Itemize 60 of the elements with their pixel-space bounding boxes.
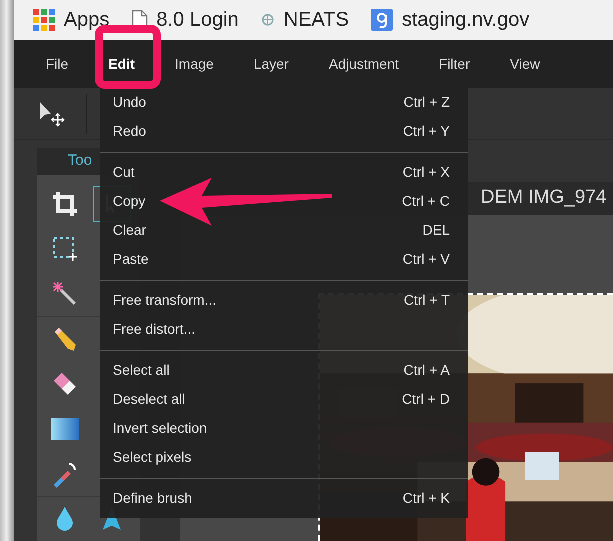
water-drop-icon[interactable] xyxy=(55,506,75,532)
menu-item[interactable]: Edit xyxy=(108,54,136,74)
menu-item[interactable]: Filter xyxy=(439,54,470,74)
menu-option[interactable]: Select pixels xyxy=(100,443,468,472)
shortcut-label: Ctrl + Z xyxy=(404,93,450,112)
menu-option[interactable]: Cut Ctrl + X xyxy=(100,158,468,187)
bookmark-link[interactable]: Apps xyxy=(33,5,110,35)
bookmark-link[interactable]: staging.nv.gov xyxy=(371,5,530,35)
menu-option[interactable]: Paste Ctrl + V xyxy=(100,245,468,274)
move-tool-icon[interactable] xyxy=(38,100,66,128)
shortcut-label: Ctrl + C xyxy=(402,192,450,211)
shortcut-label: Ctrl + X xyxy=(402,163,450,182)
menu-option[interactable]: Redo Ctrl + Y xyxy=(100,117,468,146)
globe-icon xyxy=(260,13,275,27)
menu-item[interactable]: File xyxy=(46,54,69,74)
menu-item[interactable]: Image xyxy=(175,54,214,74)
menu-option[interactable]: Clear DEL xyxy=(100,216,468,245)
gradient-icon[interactable] xyxy=(51,418,79,440)
option-label: Select pixels xyxy=(113,448,192,467)
shortcut-label: Ctrl + K xyxy=(402,489,450,508)
menu-option[interactable]: Undo Ctrl + Z xyxy=(100,88,468,117)
menu-option[interactable]: Copy Ctrl + C xyxy=(100,187,468,216)
option-label: Paste xyxy=(113,250,149,269)
shortcut-label: Ctrl + V xyxy=(402,250,450,269)
menu-item[interactable]: Layer xyxy=(254,54,289,74)
option-label: Invert selection xyxy=(113,419,208,438)
pencil-icon[interactable] xyxy=(52,326,78,352)
option-label: Clear xyxy=(113,221,146,240)
menu-option[interactable]: Define brush Ctrl + K xyxy=(100,484,468,513)
option-label: Define brush xyxy=(113,489,192,508)
menu-option[interactable]: Free transform... Ctrl + T xyxy=(100,286,468,315)
menu-option[interactable]: Select all Ctrl + A xyxy=(100,356,468,385)
option-label: Deselect all xyxy=(113,390,186,409)
shortcut-label: DEL xyxy=(422,221,450,240)
bookmark-link[interactable]: 8.0 Login xyxy=(132,5,239,35)
marquee-icon[interactable] xyxy=(52,236,78,262)
magic-wand-icon[interactable] xyxy=(52,280,78,306)
menu-option[interactable]: Deselect all Ctrl + D xyxy=(100,385,468,414)
bookmark-link[interactable]: NEATS xyxy=(260,5,350,35)
option-label: Redo xyxy=(113,122,146,141)
option-label: Free transform... xyxy=(113,291,216,310)
tools-tab[interactable]: Too xyxy=(68,150,92,173)
apps-grid-icon xyxy=(33,9,55,31)
menu-option[interactable]: Invert selection xyxy=(100,414,468,443)
shortcut-label: Ctrl + T xyxy=(404,291,450,310)
shortcut-label: Ctrl + A xyxy=(404,361,450,380)
menu-item[interactable]: View xyxy=(510,54,540,74)
shortcut-label: Ctrl + D xyxy=(402,390,450,409)
shortcut-label: Ctrl + Y xyxy=(403,122,450,141)
option-label: Free distort... xyxy=(113,320,196,339)
option-label: Undo xyxy=(113,93,146,112)
menu-option[interactable]: Free distort... xyxy=(100,315,468,344)
option-label: Select all xyxy=(113,361,170,380)
option-label: Copy xyxy=(113,192,146,211)
option-label: Cut xyxy=(113,163,135,182)
google-icon xyxy=(371,9,394,31)
crop-icon[interactable] xyxy=(52,190,78,216)
menu-item[interactable]: Adjustment xyxy=(328,54,400,74)
eraser-icon[interactable] xyxy=(52,370,78,396)
document-tab[interactable]: DEM IMG_974 xyxy=(481,184,607,213)
